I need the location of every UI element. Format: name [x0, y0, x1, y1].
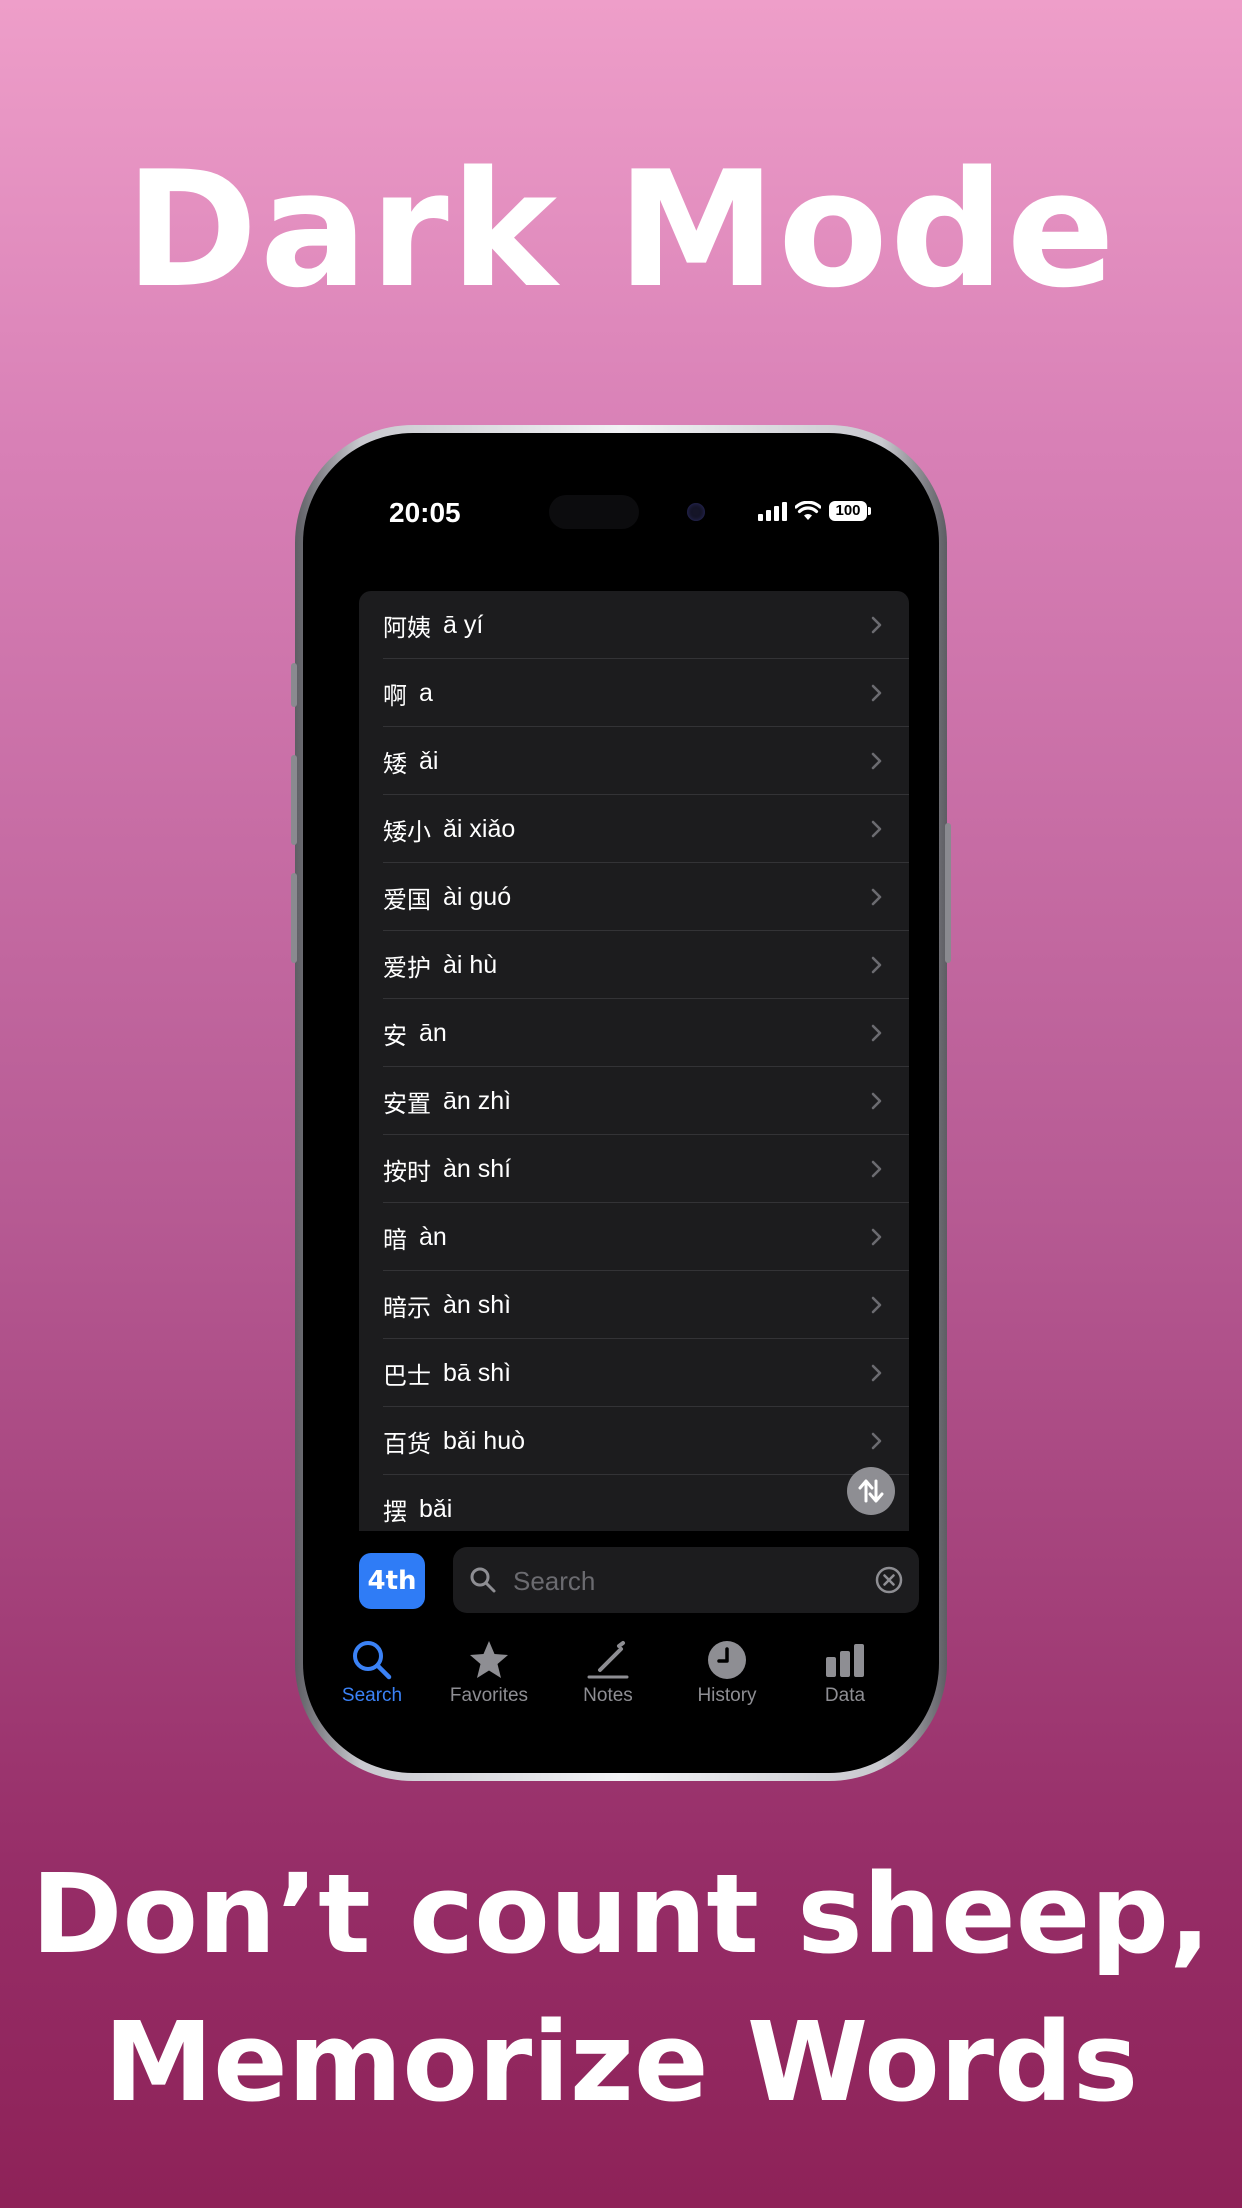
- wifi-icon: [795, 501, 821, 520]
- word-list[interactable]: 阿姨 ā yí 啊 a 矮 ǎi 矮小 ǎi xiǎo 爱国 ài guó 爱护 ài hù 安 ān 安置…: [359, 591, 909, 1531]
- tab-search[interactable]: Search: [317, 1637, 427, 1707]
- list-item[interactable]: 矮小 ǎi xiǎo: [359, 795, 909, 863]
- search-icon: [353, 1641, 392, 1680]
- tagline-line-1: Don’t count sheep,: [31, 1850, 1211, 1978]
- search-input[interactable]: [511, 1560, 875, 1602]
- word-pinyin: bǎi huò: [443, 1426, 526, 1455]
- word-pinyin: bǎi: [419, 1494, 453, 1523]
- chevron-right-icon: [871, 616, 882, 634]
- tab-favorites[interactable]: Favorites: [434, 1637, 544, 1707]
- word-hanzi: 啊: [383, 681, 407, 710]
- chevron-right-icon: [871, 820, 882, 838]
- word-hanzi: 安置: [383, 1089, 431, 1118]
- chevron-right-icon: [871, 1432, 882, 1450]
- word-hanzi: 爱护: [383, 953, 431, 982]
- word-hanzi: 暗: [383, 1225, 407, 1254]
- status-indicators: 100: [758, 501, 871, 521]
- chevron-right-icon: [871, 752, 882, 770]
- sort-toggle-button[interactable]: [847, 1467, 895, 1515]
- tab-bar: Search Favorites Notes History Data: [317, 1637, 925, 1717]
- dynamic-island: [549, 495, 639, 529]
- search-field[interactable]: [453, 1547, 919, 1613]
- list-item[interactable]: 百货 bǎi huò: [359, 1407, 909, 1475]
- tab-data[interactable]: Data: [790, 1637, 900, 1707]
- chevron-right-icon: [871, 1228, 882, 1246]
- bar-chart-icon: [826, 1644, 864, 1677]
- list-item[interactable]: 啊a: [359, 659, 909, 727]
- word-pinyin: ài guó: [443, 882, 512, 911]
- chevron-right-icon: [871, 684, 882, 702]
- list-item[interactable]: 巴士 bā shì: [359, 1339, 909, 1407]
- word-pinyin: àn: [419, 1222, 447, 1251]
- battery-icon: 100: [829, 501, 871, 521]
- promo-tagline: Don’t count sheep, Memorize Words: [0, 1840, 1242, 2136]
- word-hanzi: 百货: [383, 1429, 431, 1458]
- chevron-right-icon: [871, 1024, 882, 1042]
- level-selector-button[interactable]: 4th: [359, 1553, 425, 1609]
- pencil-icon: [587, 1641, 629, 1679]
- tab-label: History: [697, 1685, 757, 1706]
- tab-label: Data: [824, 1685, 866, 1706]
- tagline-line-2: Memorize Words: [103, 1998, 1139, 2126]
- word-pinyin: bā shì: [443, 1358, 512, 1387]
- word-hanzi: 矮小: [383, 817, 431, 846]
- word-hanzi: 安: [383, 1021, 407, 1050]
- word-pinyin: ān zhì: [443, 1086, 512, 1115]
- word-hanzi: 矮: [383, 749, 407, 778]
- phone-mockup: 20:05 100 阿姨 ā yí 啊 a 矮 ǎi 矮小 ǎi xiǎo 爱国 ài guó 爱护…: [291, 425, 951, 1781]
- word-hanzi: 爱国: [383, 885, 431, 914]
- sort-arrows-icon: [858, 1479, 884, 1503]
- word-pinyin: a: [419, 678, 433, 707]
- word-pinyin: ā yí: [443, 610, 484, 639]
- word-pinyin: àn shí: [443, 1154, 512, 1183]
- cellular-signal-icon: [758, 501, 787, 521]
- search-icon: [470, 1567, 496, 1593]
- chevron-right-icon: [871, 956, 882, 974]
- tab-notes[interactable]: Notes: [553, 1637, 663, 1707]
- word-pinyin: ān: [419, 1018, 447, 1047]
- chevron-right-icon: [871, 888, 882, 906]
- list-item[interactable]: 暗示 àn shì: [359, 1271, 909, 1339]
- list-item[interactable]: 安置 ān zhì: [359, 1067, 909, 1135]
- word-pinyin: ǎi: [419, 746, 439, 775]
- front-camera: [687, 503, 705, 521]
- word-hanzi: 摆: [383, 1497, 407, 1526]
- status-time: 20:05: [389, 497, 461, 528]
- volume-up-button: [291, 755, 297, 845]
- clock-icon: [708, 1641, 746, 1679]
- word-hanzi: 阿姨: [383, 613, 431, 642]
- chevron-right-icon: [871, 1296, 882, 1314]
- app-screen: 20:05 100 阿姨 ā yí 啊 a 矮 ǎi 矮小 ǎi xiǎo 爱国 ài guó 爱护…: [317, 447, 925, 1759]
- action-button: [291, 663, 297, 707]
- word-pinyin: ǎi xiǎo: [443, 814, 516, 843]
- list-item[interactable]: 爱国 ài guó: [359, 863, 909, 931]
- list-item[interactable]: 阿姨 ā yí: [359, 591, 909, 659]
- word-hanzi: 暗示: [383, 1293, 431, 1322]
- list-item[interactable]: 安 ān: [359, 999, 909, 1067]
- word-hanzi: 巴士: [383, 1361, 431, 1390]
- word-pinyin: àn shì: [443, 1290, 512, 1319]
- word-pinyin: ài hù: [443, 950, 498, 979]
- tab-history[interactable]: History: [672, 1637, 782, 1707]
- list-item[interactable]: 摆 bǎi: [359, 1475, 909, 1531]
- chevron-right-icon: [871, 1364, 882, 1382]
- volume-down-button: [291, 873, 297, 963]
- word-hanzi: 按时: [383, 1157, 431, 1186]
- chevron-right-icon: [871, 1092, 882, 1110]
- star-icon: [470, 1641, 508, 1678]
- tab-label: Favorites: [449, 1685, 529, 1706]
- list-item[interactable]: 按时 àn shí: [359, 1135, 909, 1203]
- power-button: [945, 823, 951, 963]
- tab-label: Search: [341, 1685, 403, 1706]
- list-item[interactable]: 暗 àn: [359, 1203, 909, 1271]
- promo-headline: Dark Mode: [125, 136, 1117, 323]
- chevron-right-icon: [871, 1160, 882, 1178]
- list-item[interactable]: 爱护 ài hù: [359, 931, 909, 999]
- list-item[interactable]: 矮 ǎi: [359, 727, 909, 795]
- clear-search-icon[interactable]: [875, 1566, 903, 1594]
- tab-label: Notes: [583, 1685, 633, 1706]
